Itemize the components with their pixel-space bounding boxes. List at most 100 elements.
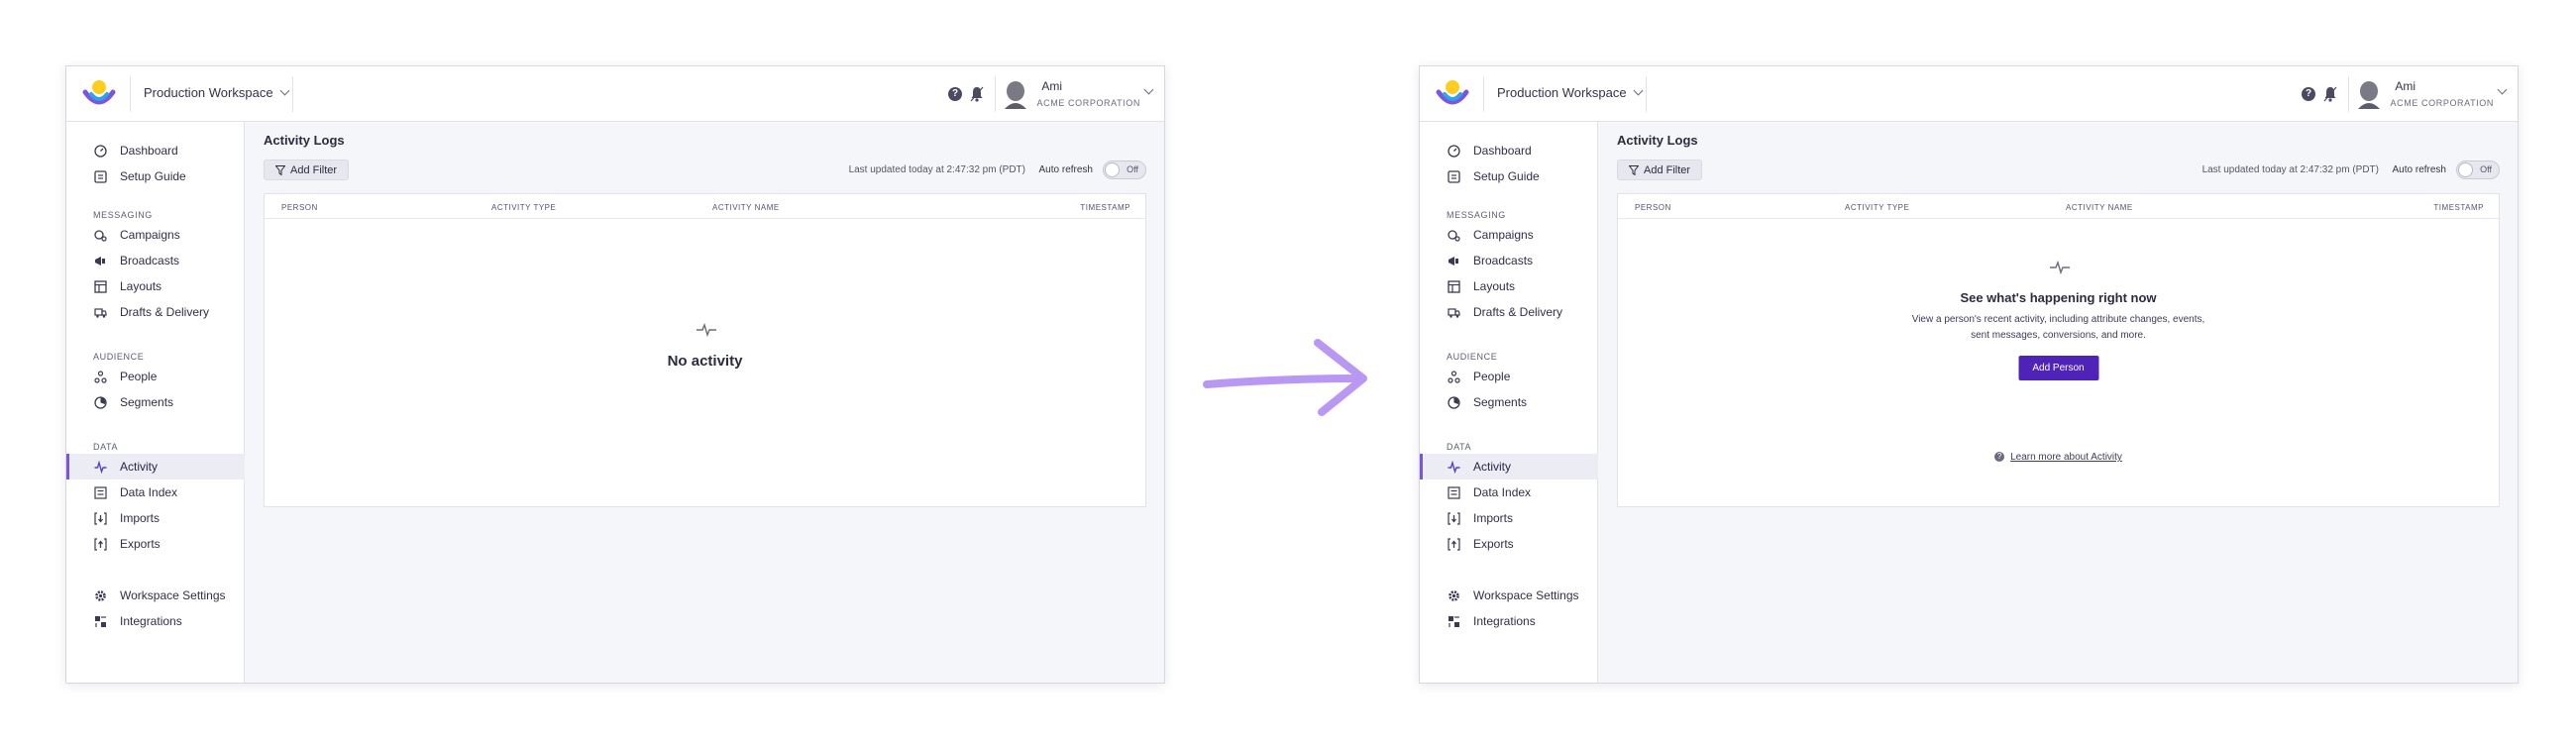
divider	[1483, 76, 1484, 112]
learn-more-link[interactable]: Learn more about Activity	[2010, 452, 2122, 463]
add-filter-label: Add Filter	[290, 163, 338, 176]
section-label-messaging: MESSAGING	[93, 210, 153, 220]
chevron-down-icon[interactable]	[1143, 84, 1154, 95]
auto-refresh-label: Auto refresh	[2392, 164, 2446, 175]
help-icon[interactable]: ?	[2302, 87, 2315, 101]
column-header-activity-type[interactable]: ACTIVITY TYPE	[1845, 203, 1909, 212]
layout-icon	[93, 279, 107, 293]
sidebar-item-setup-guide[interactable]: Setup Guide	[66, 163, 245, 189]
sidebar-item-drafts-delivery[interactable]: Drafts & Delivery	[1420, 299, 1598, 325]
sidebar-item-integrations[interactable]: Integrations	[66, 608, 245, 634]
section-label-audience: AUDIENCE	[1447, 352, 1498, 362]
bell-icon[interactable]	[970, 86, 984, 102]
sidebar-item-label: Broadcasts	[120, 254, 180, 267]
help-icon[interactable]: ?	[948, 87, 962, 101]
empty-state-description-line-1: View a person's recent activity, includi…	[1911, 314, 2205, 325]
divider	[2348, 76, 2349, 112]
sidebar-item-exports[interactable]: Exports	[1420, 531, 1598, 557]
sidebar-item-label: Drafts & Delivery	[120, 305, 210, 319]
toggle-state: Off	[2480, 164, 2492, 174]
sidebar-item-campaigns[interactable]: Campaigns	[66, 222, 245, 248]
sidebar-item-imports[interactable]: Imports	[66, 505, 245, 531]
sidebar-item-broadcasts[interactable]: Broadcasts	[66, 248, 245, 273]
people-icon	[1447, 370, 1460, 383]
bell-icon[interactable]	[2323, 86, 2337, 102]
column-header-activity-name[interactable]: ACTIVITY NAME	[712, 203, 780, 212]
activity-pulse-icon	[697, 323, 716, 337]
sidebar-item-data-index[interactable]: Data Index	[1420, 480, 1598, 505]
sidebar-item-people[interactable]: People	[1420, 364, 1598, 389]
auto-refresh-toggle[interactable]: Off	[2456, 160, 2500, 179]
sidebar-item-setup-guide[interactable]: Setup Guide	[1420, 163, 1598, 189]
campaigns-icon	[93, 228, 107, 242]
import-icon	[93, 511, 107, 525]
workspace-selector[interactable]: Production Workspace	[144, 85, 289, 100]
data-index-icon	[1447, 485, 1460, 499]
puzzle-icon	[93, 614, 107, 628]
sidebar-item-label: Dashboard	[1473, 144, 1532, 158]
sidebar-item-imports[interactable]: Imports	[1420, 505, 1598, 531]
sidebar-item-label: Campaigns	[1473, 228, 1534, 242]
avatar[interactable]	[1003, 79, 1028, 109]
avatar[interactable]	[2356, 79, 2382, 109]
sidebar-item-segments[interactable]: Segments	[1420, 389, 1598, 415]
info-icon: ?	[1994, 452, 2005, 463]
column-header-person[interactable]: PERSON	[1635, 203, 1671, 212]
sidebar-item-dashboard[interactable]: Dashboard	[1420, 138, 1598, 163]
column-header-timestamp[interactable]: TIMESTAMP	[2433, 203, 2484, 212]
truck-icon	[93, 305, 107, 319]
empty-state-title: See what's happening right now	[1960, 290, 2157, 305]
last-updated-text: Last updated today at 2:47:32 pm (PDT)	[848, 164, 1025, 175]
section-label-data: DATA	[93, 442, 119, 452]
sidebar-item-segments[interactable]: Segments	[66, 389, 245, 415]
sidebar-item-broadcasts[interactable]: Broadcasts	[1420, 248, 1598, 273]
sidebar: Dashboard Setup Guide MESSAGING Campaign…	[66, 122, 245, 683]
sidebar-item-exports[interactable]: Exports	[66, 531, 245, 557]
sidebar-item-data-index[interactable]: Data Index	[66, 480, 245, 505]
sidebar-item-drafts-delivery[interactable]: Drafts & Delivery	[66, 299, 245, 325]
megaphone-icon	[93, 254, 107, 267]
sidebar-item-workspace-settings[interactable]: Workspace Settings	[66, 583, 245, 608]
sidebar-item-label: Layouts	[1473, 279, 1516, 293]
sidebar-item-campaigns[interactable]: Campaigns	[1420, 222, 1598, 248]
add-filter-button[interactable]: Add Filter	[1617, 160, 1703, 180]
add-filter-button[interactable]: Add Filter	[264, 160, 350, 180]
user-name: Ami	[1041, 79, 1062, 93]
brand-logo	[82, 80, 116, 105]
sidebar-item-integrations[interactable]: Integrations	[1420, 608, 1598, 634]
sidebar-item-label: Broadcasts	[1473, 254, 1534, 267]
sidebar-item-layouts[interactable]: Layouts	[1420, 273, 1598, 299]
sidebar-item-label: People	[120, 370, 158, 383]
gear-icon	[93, 588, 107, 602]
sidebar-item-label: Dashboard	[120, 144, 178, 158]
user-organization: ACME CORPORATION	[2390, 98, 2494, 108]
divider	[995, 76, 996, 112]
chevron-down-icon[interactable]	[2497, 84, 2508, 95]
section-label-data: DATA	[1447, 442, 1472, 452]
column-header-activity-type[interactable]: ACTIVITY TYPE	[491, 203, 556, 212]
sidebar-item-layouts[interactable]: Layouts	[66, 273, 245, 299]
table-header-row: PERSON ACTIVITY TYPE ACTIVITY NAME TIMES…	[265, 194, 1145, 219]
add-person-button[interactable]: Add Person	[2018, 356, 2098, 380]
sidebar-item-activity[interactable]: Activity	[1420, 454, 1598, 480]
page-title: Activity Logs	[1617, 133, 1698, 148]
column-header-person[interactable]: PERSON	[281, 203, 318, 212]
sidebar-item-activity[interactable]: Activity	[66, 454, 245, 480]
auto-refresh-toggle[interactable]: Off	[1103, 160, 1146, 179]
sidebar-item-workspace-settings[interactable]: Workspace Settings	[1420, 583, 1598, 608]
divider	[292, 76, 293, 112]
segments-icon	[1447, 395, 1460, 409]
sidebar-item-label: Campaigns	[120, 228, 180, 242]
transition-arrow-icon	[1203, 339, 1367, 416]
main-content: Activity Logs Add Filter Last updated to…	[1598, 122, 2518, 683]
sidebar-item-label: Imports	[1473, 511, 1514, 525]
checklist-icon	[93, 169, 107, 183]
sidebar-item-people[interactable]: People	[66, 364, 245, 389]
column-header-timestamp[interactable]: TIMESTAMP	[1080, 203, 1130, 212]
sidebar-item-dashboard[interactable]: Dashboard	[66, 138, 245, 163]
column-header-activity-name[interactable]: ACTIVITY NAME	[2066, 203, 2133, 212]
last-updated-text: Last updated today at 2:47:32 pm (PDT)	[2201, 164, 2379, 175]
learn-more-link-row: ? Learn more about Activity	[1618, 452, 2499, 463]
workspace-selector[interactable]: Production Workspace	[1497, 85, 1643, 100]
gear-icon	[1447, 588, 1460, 602]
